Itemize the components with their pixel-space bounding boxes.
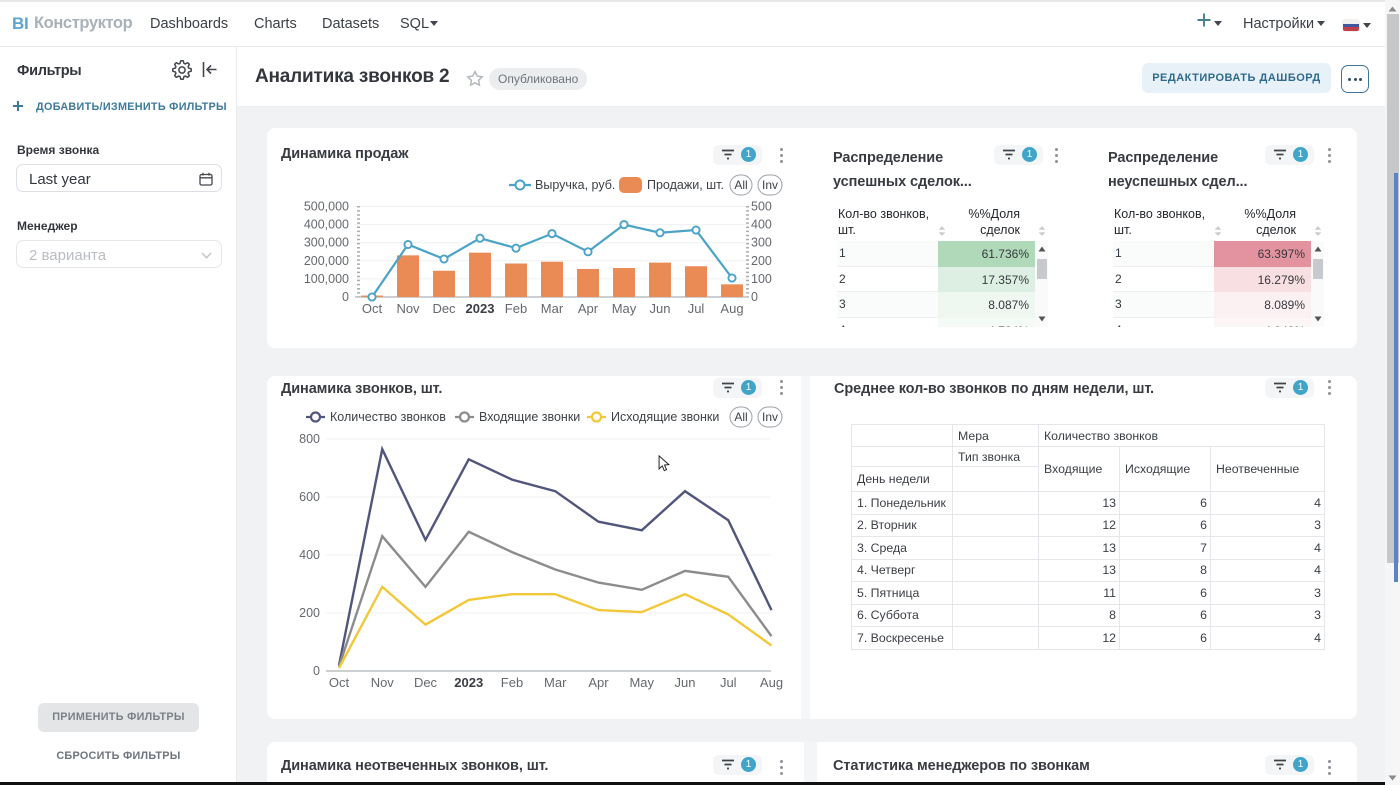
svg-text:Oct: Oct xyxy=(362,301,383,316)
svg-text:200: 200 xyxy=(751,254,772,268)
svg-text:Исходящие звонки: Исходящие звонки xyxy=(611,410,719,424)
svg-text:300,000: 300,000 xyxy=(304,236,349,250)
svg-text:800: 800 xyxy=(299,432,320,446)
svg-text:400: 400 xyxy=(751,218,772,232)
svg-text:Количество звонков: Количество звонков xyxy=(330,410,446,424)
svg-text:0: 0 xyxy=(342,290,349,304)
svg-text:500: 500 xyxy=(751,200,772,214)
svg-text:Jun: Jun xyxy=(675,675,696,690)
svg-text:400: 400 xyxy=(299,548,320,562)
svg-text:200,000: 200,000 xyxy=(304,254,349,268)
svg-text:Inv: Inv xyxy=(762,178,778,192)
svg-text:100,000: 100,000 xyxy=(304,272,349,286)
svg-text:Dec: Dec xyxy=(414,675,438,690)
svg-text:Jun: Jun xyxy=(650,301,671,316)
svg-text:Aug: Aug xyxy=(760,675,783,690)
svg-text:All: All xyxy=(734,410,747,424)
svg-text:2023: 2023 xyxy=(466,301,495,316)
svg-text:Входящие звонки: Входящие звонки xyxy=(479,410,580,424)
svg-text:Nov: Nov xyxy=(396,301,420,316)
svg-text:200: 200 xyxy=(299,606,320,620)
svg-text:2023: 2023 xyxy=(454,675,483,690)
svg-text:600: 600 xyxy=(299,490,320,504)
svg-text:All: All xyxy=(734,178,747,192)
svg-text:Feb: Feb xyxy=(505,301,527,316)
svg-text:May: May xyxy=(629,675,654,690)
svg-text:Apr: Apr xyxy=(578,301,599,316)
svg-text:300: 300 xyxy=(751,236,772,250)
svg-text:Inv: Inv xyxy=(762,410,778,424)
svg-text:500,000: 500,000 xyxy=(304,200,349,214)
svg-text:Dec: Dec xyxy=(432,301,456,316)
svg-text:Продажи, шт.: Продажи, шт. xyxy=(647,178,724,192)
svg-text:0: 0 xyxy=(751,290,758,304)
svg-text:Jul: Jul xyxy=(720,675,737,690)
svg-text:Mar: Mar xyxy=(544,675,567,690)
svg-text:May: May xyxy=(612,301,637,316)
svg-text:Apr: Apr xyxy=(588,675,609,690)
svg-text:Feb: Feb xyxy=(501,675,523,690)
svg-text:Nov: Nov xyxy=(371,675,395,690)
svg-text:Aug: Aug xyxy=(720,301,743,316)
svg-text:Mar: Mar xyxy=(541,301,564,316)
svg-text:Jul: Jul xyxy=(688,301,705,316)
svg-text:Oct: Oct xyxy=(329,675,350,690)
svg-text:400,000: 400,000 xyxy=(304,218,349,232)
svg-text:0: 0 xyxy=(313,664,320,678)
svg-text:Выручка, руб.: Выручка, руб. xyxy=(535,178,615,192)
svg-text:100: 100 xyxy=(751,272,772,286)
